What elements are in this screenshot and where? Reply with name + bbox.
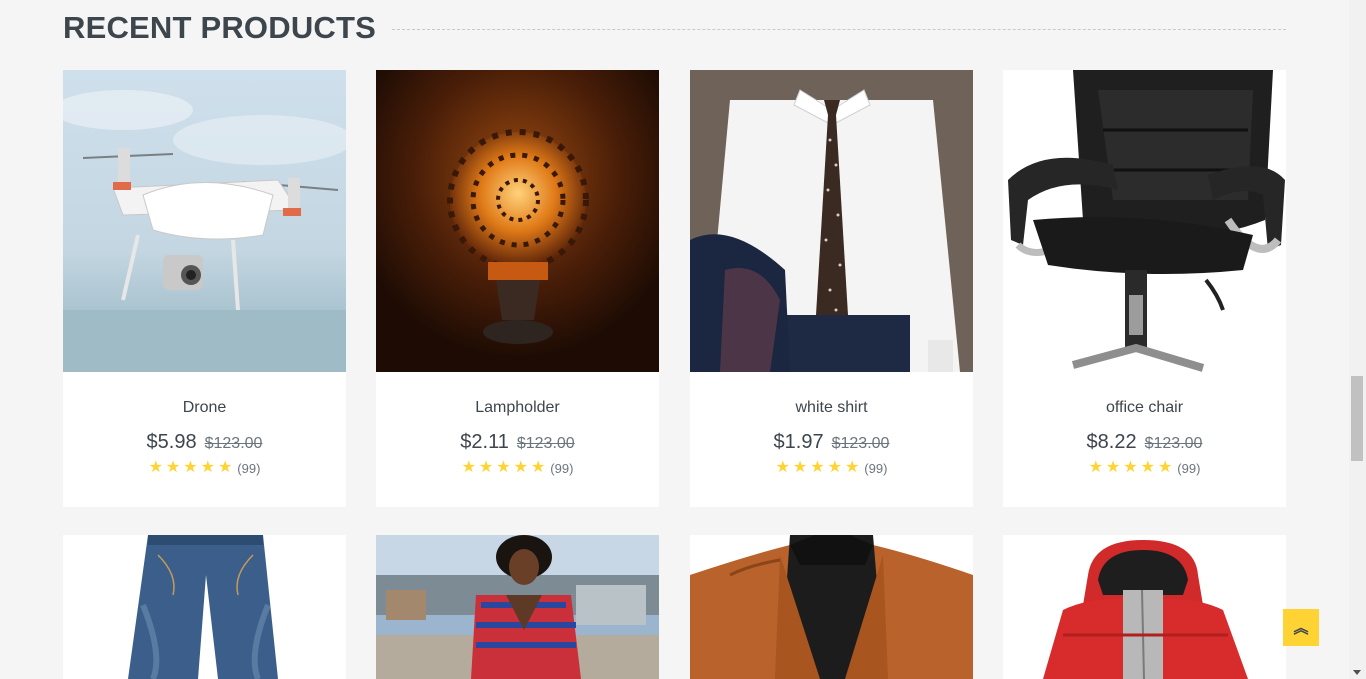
star-icon: ★	[217, 459, 233, 476]
product-rating: ★ ★ ★ ★ ★ (99)	[690, 459, 973, 477]
product-card[interactable]: Drone $5.98 $123.00 ★ ★ ★ ★ ★ (99)	[63, 70, 346, 507]
product-image-jacket[interactable]	[1003, 535, 1286, 679]
product-image-lamp[interactable]	[376, 70, 659, 372]
product-card[interactable]	[376, 535, 659, 679]
product-image-shirt[interactable]	[690, 70, 973, 372]
product-name[interactable]: Lampholder	[376, 398, 659, 418]
product-image-jeans[interactable]	[63, 535, 346, 679]
product-name[interactable]: office chair	[1003, 398, 1286, 418]
product-image-dress[interactable]	[376, 535, 659, 679]
section-title: RECENT PRODUCTS	[63, 10, 377, 45]
product-price: $8.22	[1086, 431, 1137, 453]
rating-count: (99)	[550, 460, 574, 476]
rating-count: (99)	[864, 460, 888, 476]
star-icon: ★	[1088, 459, 1103, 476]
section-header: RECENT PRODUCTS	[63, 8, 1286, 48]
star-icon: ★	[810, 459, 825, 476]
scroll-down-arrow-icon[interactable]	[1353, 670, 1361, 675]
star-icon: ★	[478, 459, 494, 476]
product-image-chair[interactable]	[1003, 70, 1286, 372]
product-name[interactable]: Drone	[63, 398, 346, 418]
product-old-price: $123.00	[1144, 435, 1203, 452]
star-icon: ★	[827, 459, 842, 476]
star-icon: ★	[513, 459, 528, 476]
product-card[interactable]	[690, 535, 973, 679]
star-icon: ★	[461, 459, 476, 476]
product-card[interactable]	[1003, 535, 1286, 679]
product-name[interactable]: white shirt	[690, 398, 973, 418]
star-icon: ★	[200, 459, 215, 476]
double-chevron-up-icon: ︽	[1293, 620, 1309, 637]
rating-count: (99)	[1177, 460, 1201, 476]
star-icon: ★	[1140, 459, 1155, 476]
product-card[interactable]: Lampholder $2.11 $123.00 ★ ★ ★ ★ ★ (99)	[376, 70, 659, 507]
product-card[interactable]: office chair $8.22 $123.00 ★ ★ ★ ★ ★ (99…	[1003, 70, 1286, 507]
star-icon: ★	[844, 459, 860, 476]
star-icon: ★	[775, 459, 790, 476]
star-icon: ★	[1105, 459, 1121, 476]
star-icon: ★	[496, 459, 511, 476]
product-rating: ★ ★ ★ ★ ★ (99)	[63, 459, 346, 477]
product-old-price: $123.00	[831, 435, 890, 452]
product-price: $1.97	[773, 431, 824, 453]
scrollbar-thumb[interactable]	[1351, 376, 1363, 461]
product-card[interactable]	[63, 535, 346, 679]
product-old-price: $123.00	[516, 435, 575, 452]
title-divider	[392, 28, 1286, 30]
rating-count: (99)	[237, 460, 261, 476]
product-card[interactable]: white shirt $1.97 $123.00 ★ ★ ★ ★ ★ (99)	[690, 70, 973, 507]
product-rating: ★ ★ ★ ★ ★ (99)	[1003, 459, 1286, 477]
product-price: $2.11	[460, 431, 509, 453]
page-scrollbar[interactable]	[1349, 0, 1366, 679]
product-image-drone[interactable]	[63, 70, 346, 372]
star-icon: ★	[183, 459, 198, 476]
product-rating: ★ ★ ★ ★ ★ (99)	[376, 459, 659, 477]
product-old-price: $123.00	[204, 435, 263, 452]
star-icon: ★	[792, 459, 808, 476]
star-icon: ★	[1157, 459, 1173, 476]
product-image-blazer[interactable]	[690, 535, 973, 679]
star-icon: ★	[165, 459, 181, 476]
star-icon: ★	[148, 459, 163, 476]
star-icon: ★	[530, 459, 546, 476]
product-price: $5.98	[146, 431, 197, 453]
star-icon: ★	[1123, 459, 1138, 476]
back-to-top-button[interactable]: ︽	[1283, 609, 1319, 646]
